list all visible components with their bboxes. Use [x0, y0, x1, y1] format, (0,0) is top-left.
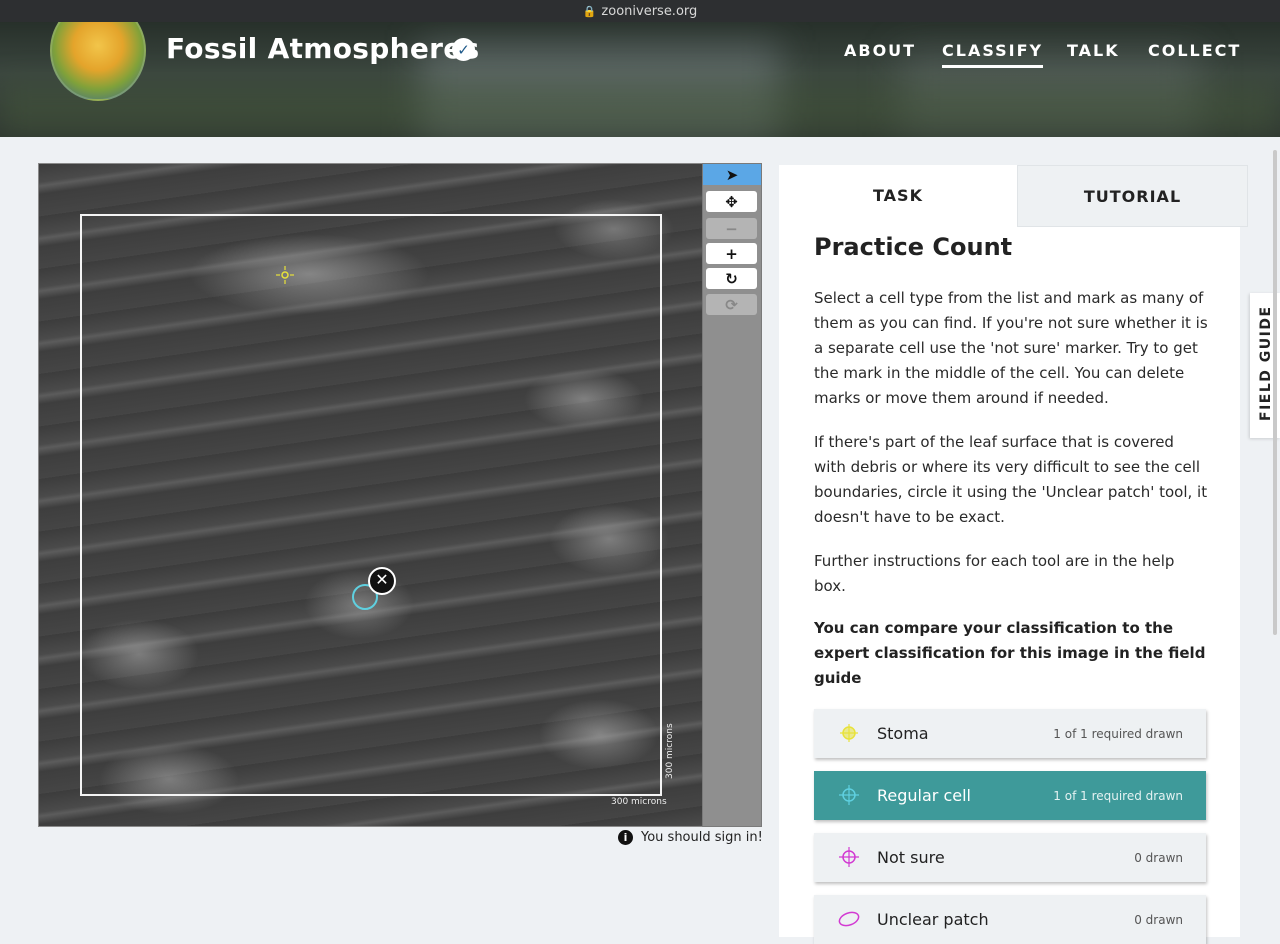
rotate-icon: ↻ — [725, 269, 738, 288]
tool-stoma[interactable]: Stoma 1 of 1 required drawn — [814, 709, 1206, 758]
task-title: Practice Count — [814, 233, 1013, 261]
instructions-paragraph-3: Further instructions for each tool are i… — [814, 552, 1175, 595]
verified-badge-icon: ✓ — [452, 38, 475, 61]
tool-label: Stoma — [877, 724, 929, 743]
tool-not-sure[interactable]: Not sure 0 drawn — [814, 833, 1206, 882]
scale-bar-label-y: 300 microns — [665, 723, 675, 779]
nav-talk[interactable]: TALK — [1067, 41, 1120, 60]
url-bar[interactable]: 🔒 zooniverse.org — [0, 0, 1280, 22]
nav-about[interactable]: ABOUT — [844, 41, 916, 60]
stoma-mark[interactable] — [276, 266, 294, 284]
move-arrows-icon: ✥ — [725, 192, 738, 211]
delete-mark-button[interactable]: ✕ — [368, 567, 396, 595]
page-scrollbar[interactable] — [1273, 150, 1277, 635]
ellipse-icon — [838, 911, 860, 927]
tab-task[interactable]: TASK — [779, 165, 1017, 225]
rotate-button[interactable]: ↻ — [706, 268, 757, 289]
instructions-paragraph-2: If there's part of the leaf surface that… — [814, 433, 1208, 526]
sign-in-notice[interactable]: i You should sign in! — [618, 830, 763, 845]
nav-collect[interactable]: COLLECT — [1148, 41, 1241, 60]
nav-classify[interactable]: CLASSIFY — [942, 41, 1044, 68]
crop-frame — [80, 214, 662, 796]
stoma-crosshair-icon — [840, 724, 858, 742]
tool-label: Not sure — [877, 848, 945, 867]
crosshair-icon — [839, 847, 859, 867]
tool-regular-cell[interactable]: Regular cell 1 of 1 required drawn — [814, 771, 1206, 820]
zoom-out-button[interactable]: − — [706, 218, 757, 239]
project-title[interactable]: Fossil Atmospheres — [166, 32, 479, 65]
plus-icon: + — [725, 244, 738, 263]
tool-count: 0 drawn — [1134, 850, 1183, 865]
lock-icon: 🔒 — [582, 4, 597, 18]
instructions-paragraph-1: Select a cell type from the list and mar… — [814, 289, 1208, 407]
scale-bar-label-x: 300 microns — [611, 797, 667, 807]
pan-button[interactable]: ✥ — [706, 191, 757, 212]
field-guide-note: You can compare your classification to t… — [814, 619, 1206, 687]
tool-count: 0 drawn — [1134, 912, 1183, 927]
crosshair-icon — [839, 785, 859, 805]
zoom-in-button[interactable]: + — [706, 243, 757, 264]
url-text: zooniverse.org — [601, 3, 698, 19]
minus-icon: − — [725, 219, 738, 238]
image-toolbar: ➤ ✥ − + ↻ ⟳ — [702, 163, 762, 827]
select-pointer-button[interactable]: ➤ — [703, 164, 761, 185]
refresh-icon: ⟳ — [725, 295, 738, 314]
subject-image[interactable]: 300 microns 300 microns ✕ — [38, 163, 704, 827]
sign-in-text: You should sign in! — [641, 830, 763, 845]
info-icon: i — [618, 830, 633, 845]
tab-tutorial[interactable]: TUTORIAL — [1017, 165, 1248, 227]
project-header: Fossil Atmospheres ✓ ABOUT CLASSIFY TALK… — [0, 22, 1280, 137]
task-panel: TASK TUTORIAL Practice Count Select a ce… — [779, 165, 1248, 944]
tool-count: 1 of 1 required drawn — [1053, 726, 1183, 741]
reset-button[interactable]: ⟳ — [706, 294, 757, 315]
field-guide-label: FIELD GUIDE — [1258, 305, 1274, 421]
arrow-pointer-icon: ➤ — [725, 165, 739, 184]
tool-label: Unclear patch — [877, 910, 989, 929]
tool-label: Regular cell — [877, 786, 971, 805]
tool-count: 1 of 1 required drawn — [1053, 788, 1183, 803]
